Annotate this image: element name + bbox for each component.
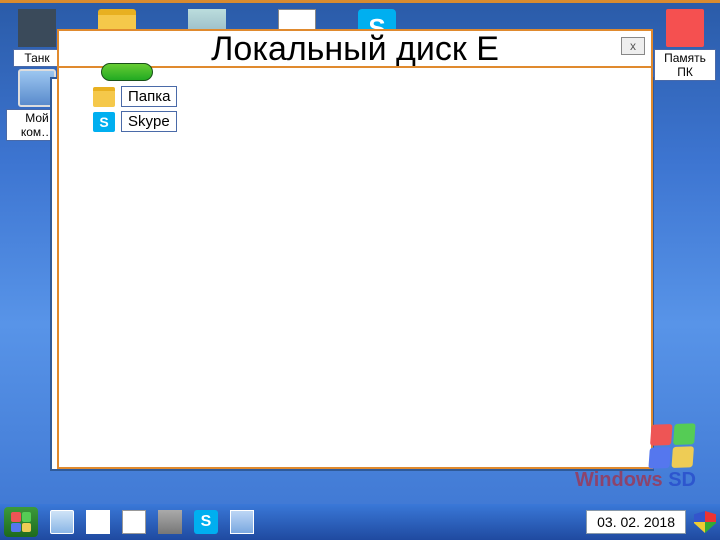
windows-logo-icon — [11, 512, 31, 532]
skype-icon: S — [93, 112, 115, 132]
taskbar: S 03. 02. 2018 — [0, 504, 720, 540]
desktop-icon-memory[interactable]: Память ПК — [654, 9, 716, 81]
skype-icon: S — [194, 510, 218, 534]
computer-icon — [50, 510, 74, 534]
window-localdisk-e: Папка S Skype — [57, 66, 653, 469]
taskbar-item-computer[interactable] — [47, 508, 77, 536]
taskbar-item-skype[interactable]: S — [191, 508, 221, 536]
tank-icon — [18, 9, 56, 47]
windows-flag-icon — [648, 423, 695, 469]
file-item-label: Папка — [121, 86, 177, 107]
desktop-icon-label: Память ПК — [654, 49, 716, 81]
window-title: Локальный диск E — [211, 30, 499, 69]
security-shield-icon[interactable] — [694, 511, 716, 533]
start-button[interactable] — [4, 507, 38, 537]
taskbar-item-ribbon[interactable] — [155, 508, 185, 536]
file-item-skype[interactable]: S Skype — [93, 111, 651, 132]
file-item-folder[interactable]: Папка — [93, 86, 651, 107]
monitor-icon — [230, 510, 254, 534]
taskbar-item-monitor[interactable] — [227, 508, 257, 536]
decorative-pill — [101, 63, 153, 81]
desktop-icon-label: Танк — [13, 49, 61, 67]
watermark: Windows SD — [575, 469, 696, 492]
memory-icon — [666, 9, 704, 47]
ribbon-icon — [158, 510, 182, 534]
taskbar-date[interactable]: 03. 02. 2018 — [586, 510, 686, 534]
window-localdisk-e-titlebar[interactable]: Локальный диск E x — [57, 29, 653, 67]
folder-icon — [93, 87, 115, 107]
file-item-label: Skype — [121, 111, 177, 132]
close-button[interactable]: x — [621, 37, 645, 55]
taskbar-item-documents[interactable] — [119, 508, 149, 536]
documents-icon — [122, 510, 146, 534]
taskbar-item-chart[interactable] — [83, 508, 113, 536]
chart-icon — [86, 510, 110, 534]
